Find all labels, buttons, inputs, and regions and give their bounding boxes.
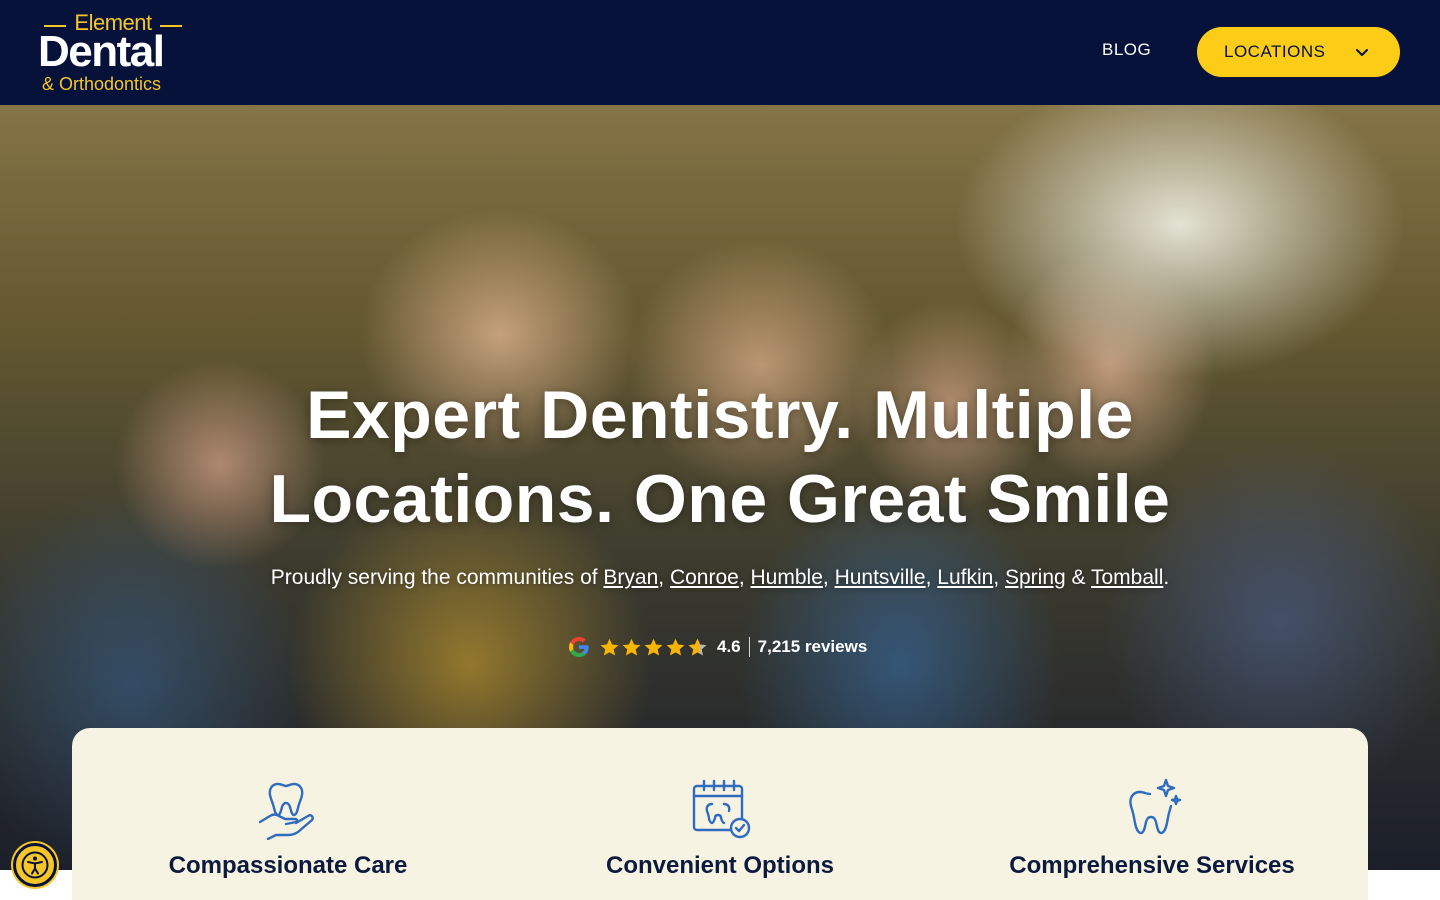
feature-comprehensive-services: Comprehensive Services (936, 728, 1368, 900)
community-link-huntsville[interactable]: Huntsville (835, 566, 926, 589)
star-full-icon (622, 638, 641, 656)
community-link-lufkin[interactable]: Lufkin (937, 566, 993, 589)
feature-convenient-options: Convenient Options (504, 728, 936, 900)
chevron-down-icon (1356, 49, 1368, 56)
community-link-bryan[interactable]: Bryan (603, 566, 658, 589)
hero-subtitle: Proudly serving the communities of Bryan… (270, 566, 1170, 589)
sparkling-tooth-icon (1129, 778, 1182, 835)
google-g-icon (569, 637, 589, 657)
accessibility-icon (21, 851, 49, 879)
google-rating[interactable]: 4.6 7,215 reviews (567, 632, 867, 662)
subtitle-end: . (1163, 566, 1170, 589)
subtitle-prefix: Proudly serving the communities of (270, 566, 604, 589)
hero-title-line2: Locations. One Great Smile (269, 461, 1171, 537)
rating-value: 4.6 (717, 637, 741, 656)
logo-sub-text: & Orthodontics (42, 74, 162, 94)
star-partial-icon (688, 638, 707, 656)
features-card: Compassionate Care Convenient Options Co… (72, 728, 1368, 900)
review-count: 7,215 reviews (757, 637, 868, 656)
community-link-conroe[interactable]: Conroe (670, 566, 739, 589)
feature-label: Compassionate Care (168, 852, 408, 879)
hero-title: Expert Dentistry. Multiple Locations. On… (120, 373, 1320, 541)
nav-blog-link[interactable]: BLOG (1102, 40, 1151, 60)
community-link-humble[interactable]: Humble (751, 566, 823, 589)
locations-button-label: LOCATIONS (1224, 42, 1326, 61)
calendar-tooth-check-icon (692, 779, 751, 839)
rating-stars (599, 637, 709, 658)
accessibility-button[interactable] (13, 843, 57, 887)
feature-label: Comprehensive Services (1009, 852, 1295, 879)
star-full-icon (600, 638, 619, 656)
community-link-spring[interactable]: Spring (1005, 566, 1066, 589)
feature-compassionate-care: Compassionate Care (72, 728, 504, 900)
logo-main-text: Dental (38, 27, 165, 76)
site-header: Element Dental & Orthodontics BLOG LOCAT… (0, 0, 1440, 105)
community-link-tomball[interactable]: Tomball (1091, 566, 1163, 589)
rating-divider (748, 637, 750, 657)
star-full-icon (644, 638, 663, 656)
feature-label: Convenient Options (606, 852, 834, 879)
star-full-icon (666, 638, 685, 656)
logo[interactable]: Element Dental & Orthodontics (38, 10, 198, 96)
tooth-in-hand-icon (258, 782, 314, 840)
locations-dropdown-button[interactable]: LOCATIONS (1197, 27, 1400, 77)
hero-title-line1: Expert Dentistry. Multiple (306, 377, 1134, 453)
